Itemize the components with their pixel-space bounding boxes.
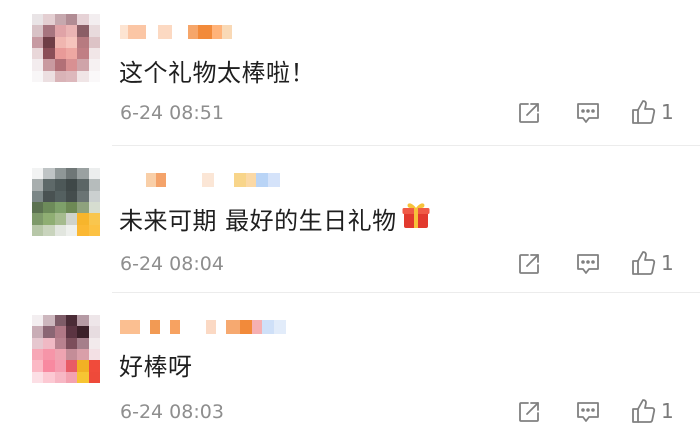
comment-text: 未来可期 最好的生日礼物	[119, 200, 431, 236]
comment-item: 这个礼物太棒啦！ 6-24 08:51 1	[0, 0, 700, 145]
like-button[interactable]: 1	[631, 250, 674, 276]
like-count: 1	[661, 399, 674, 423]
comment-text: 这个礼物太棒啦！	[119, 59, 315, 87]
reply-icon	[577, 254, 599, 274]
share-icon	[519, 402, 539, 422]
username-redacted[interactable]	[120, 20, 360, 44]
thumbs-up-icon	[632, 100, 656, 124]
reply-icon	[577, 103, 599, 123]
like-count: 1	[661, 100, 674, 124]
comment-text-content: 未来可期 最好的生日礼物	[119, 206, 397, 235]
thumbs-up-icon	[632, 251, 656, 275]
like-count: 1	[661, 251, 674, 275]
reply-button[interactable]	[575, 252, 601, 276]
avatar[interactable]	[32, 14, 100, 82]
comment-item: 未来可期 最好的生日礼物 6-24 08:04 1	[0, 146, 700, 292]
comment-timestamp: 6-24 08:04	[120, 253, 224, 275]
comment-item: 好棒呀 6-24 08:03 1	[0, 293, 700, 438]
like-button[interactable]: 1	[631, 99, 674, 125]
share-button[interactable]	[517, 101, 541, 125]
share-icon	[519, 103, 539, 123]
share-icon	[519, 254, 539, 274]
share-button[interactable]	[517, 400, 541, 424]
comment-text: 好棒呀	[119, 353, 193, 381]
gift-emoji-icon	[401, 200, 431, 236]
avatar[interactable]	[32, 315, 100, 383]
reply-button[interactable]	[575, 400, 601, 424]
username-redacted[interactable]	[120, 315, 360, 339]
thumbs-up-icon	[632, 399, 656, 423]
reply-button[interactable]	[575, 101, 601, 125]
like-button[interactable]: 1	[631, 398, 674, 424]
comment-timestamp: 6-24 08:03	[120, 401, 224, 423]
reply-icon	[577, 402, 599, 422]
username-redacted[interactable]	[120, 168, 360, 192]
share-button[interactable]	[517, 252, 541, 276]
comment-timestamp: 6-24 08:51	[120, 102, 224, 124]
avatar[interactable]	[32, 168, 100, 236]
